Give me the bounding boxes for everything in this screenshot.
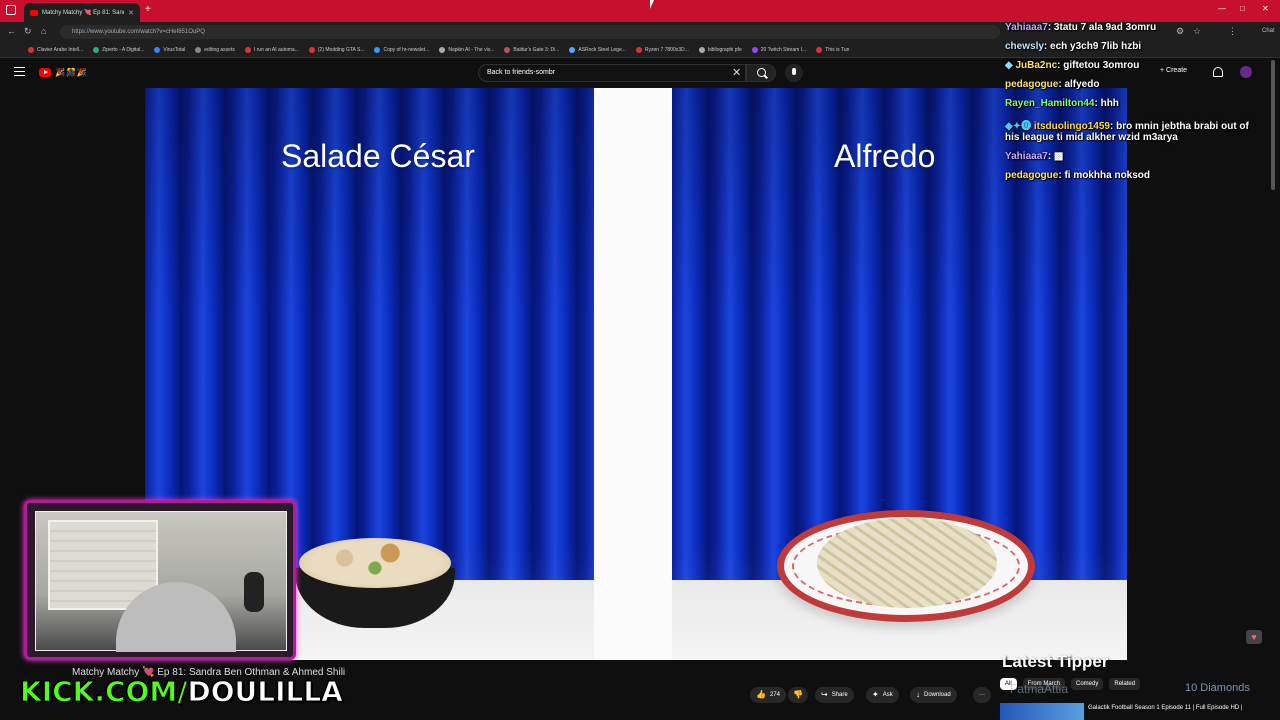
share-icon: ↪ [821, 690, 828, 699]
youtube-logo-icon[interactable] [39, 68, 51, 77]
tab-title: Matchy Matchy 💘 Ep 81: Sandra [42, 10, 125, 16]
back-arrow-icon[interactable]: ← [7, 26, 16, 36]
bookmark-item[interactable]: Clavier Arabe Intell... [28, 46, 83, 53]
bookmark-item[interactable]: VirusTotal [154, 46, 185, 53]
bookmark-item[interactable]: Napkin AI - The vis... [439, 46, 494, 53]
chat-message: ◆ JuBa2nc: giftetou 3omrou [1005, 60, 1140, 71]
tab-close-icon[interactable]: ✕ [128, 9, 134, 17]
emote-icon: ▩ [1051, 151, 1064, 162]
hamburger-menu-icon[interactable] [14, 67, 25, 76]
maximize-button[interactable]: □ [1240, 4, 1245, 13]
bookmark-star-icon[interactable]: ☆ [1193, 26, 1201, 37]
url-field[interactable]: https://www.youtube.com/watch?v=cHeI851O… [60, 25, 1000, 39]
mouse-cursor-icon [650, 0, 658, 9]
caesar-salad-image [295, 538, 455, 628]
chat-message-continued: his league ti mid alkher wzid m3arya [1005, 132, 1178, 143]
badge-icon: ◆ [1005, 60, 1016, 71]
right-food-title: Alfredo [834, 138, 936, 174]
sparkle-icon: ✦ [872, 690, 879, 699]
bookmark-item[interactable]: Ziperto - A Digital... [93, 46, 144, 53]
kick-prefix: KICK.COM/ [19, 675, 188, 709]
chat-message: chewsly: ech y3ch9 7lib hzbi [1005, 41, 1142, 52]
menu-dots-icon[interactable]: ⋮ [1228, 26, 1237, 37]
webcam-overlay [24, 500, 296, 660]
bookmark-item[interactable]: Ryzen 7 7800x3D... [635, 46, 689, 53]
chat-message: pedagogue: fi mokhha noksod [1005, 170, 1151, 181]
download-icon: ↓ [916, 690, 920, 699]
close-window-button[interactable]: ✕ [1262, 4, 1269, 13]
bookmark-item[interactable]: I run an AI automa... [244, 46, 299, 53]
bookmark-item[interactable]: ASRock Steel Lege... [569, 46, 626, 53]
latest-tipper-label: Latest Tipper [1002, 652, 1109, 671]
new-tab-button[interactable]: + [145, 4, 151, 15]
chip-related[interactable]: Related [1109, 678, 1141, 690]
chat-message: Yahiaaa7: 3tatu 7 ala 9ad 3omru [1005, 22, 1157, 33]
share-button[interactable]: ↪ Share [815, 687, 854, 703]
dislike-button[interactable]: 👎 [788, 687, 808, 703]
bookmark-item[interactable]: (2) Modding GTA S... [308, 46, 364, 53]
chat-message: Yahiaaa7: ▩ [1005, 151, 1064, 162]
reload-icon[interactable]: ↻ [24, 26, 32, 37]
notifications-bell-icon[interactable] [1213, 67, 1223, 77]
alfredo-pasta-image [817, 518, 997, 608]
kick-name: DOULILLA [187, 675, 343, 709]
voice-search-icon[interactable] [785, 64, 803, 82]
clear-search-icon[interactable]: ✕ [732, 66, 741, 79]
bookmark-item[interactable]: Baldur's Gate 3: Di... [504, 46, 559, 53]
search-button[interactable] [746, 64, 776, 82]
minimize-button[interactable]: — [1218, 4, 1226, 13]
browser-tab-bar [0, 0, 1280, 22]
create-button[interactable]: + Create [1160, 67, 1187, 74]
ask-button[interactable]: ✦ Ask [866, 687, 899, 703]
chat-message: ◆✦⓿ itsduolingo1459: bro mnin jebtha bra… [1005, 121, 1249, 132]
kick-channel-banner: KICK.COM/DOULILLA [19, 675, 343, 709]
tab-search-icon[interactable] [6, 5, 16, 15]
badge-icon: ◆✦⓿ [1005, 121, 1034, 132]
chat-message: pedagogue: alfyedo [1005, 79, 1100, 90]
like-button[interactable]: 👍 274 [750, 687, 786, 703]
home-icon[interactable]: ⌂ [41, 26, 46, 36]
more-actions-button[interactable]: ··· [973, 687, 991, 703]
create-label: Create [1166, 67, 1188, 74]
thumbs-up-icon: 👍 [756, 690, 766, 699]
extensions-icon[interactable]: ⚙ [1176, 26, 1184, 37]
heart-icon: ♥ [1246, 630, 1262, 644]
tab-active[interactable]: Matchy Matchy 💘 Ep 81: Sandra ✕ [24, 3, 140, 22]
related-video-thumbnail[interactable] [1000, 703, 1084, 720]
bookmark-item[interactable]: This is Tun [816, 46, 849, 53]
download-button[interactable]: ↓ Download [910, 687, 957, 703]
thumbs-down-icon: 👎 [793, 690, 803, 699]
chip-comedy[interactable]: Comedy [1071, 678, 1104, 690]
chat-button[interactable]: Chat [1262, 28, 1275, 34]
related-video-title[interactable]: Galactik Football Season 1 Episode 11 | … [1088, 704, 1242, 712]
tipper-amount: 10 Diamonds [1185, 682, 1250, 694]
like-count: 274 [769, 692, 780, 698]
left-food-title: Salade César [281, 138, 475, 174]
search-input[interactable]: Back to friends-sombr [478, 64, 746, 82]
account-avatar[interactable] [1240, 66, 1252, 78]
page-scrollbar[interactable] [1271, 60, 1275, 190]
tipper-name: FatmaAttia [1010, 682, 1069, 696]
youtube-doodle[interactable]: 🎉🎊🎉 [55, 68, 88, 77]
video-divider [594, 88, 672, 660]
bookmark-item[interactable]: 20 Twitch Stream I... [751, 46, 806, 53]
chat-message: Rayen_Hamilton44: hhh [1005, 98, 1119, 109]
bookmark-item[interactable]: Copy of hr-newslet... [374, 46, 429, 53]
bookmark-item[interactable]: editing assets [195, 46, 235, 53]
youtube-favicon-icon [30, 9, 38, 16]
bookmark-item[interactable]: bibliographi pfe [698, 46, 742, 53]
